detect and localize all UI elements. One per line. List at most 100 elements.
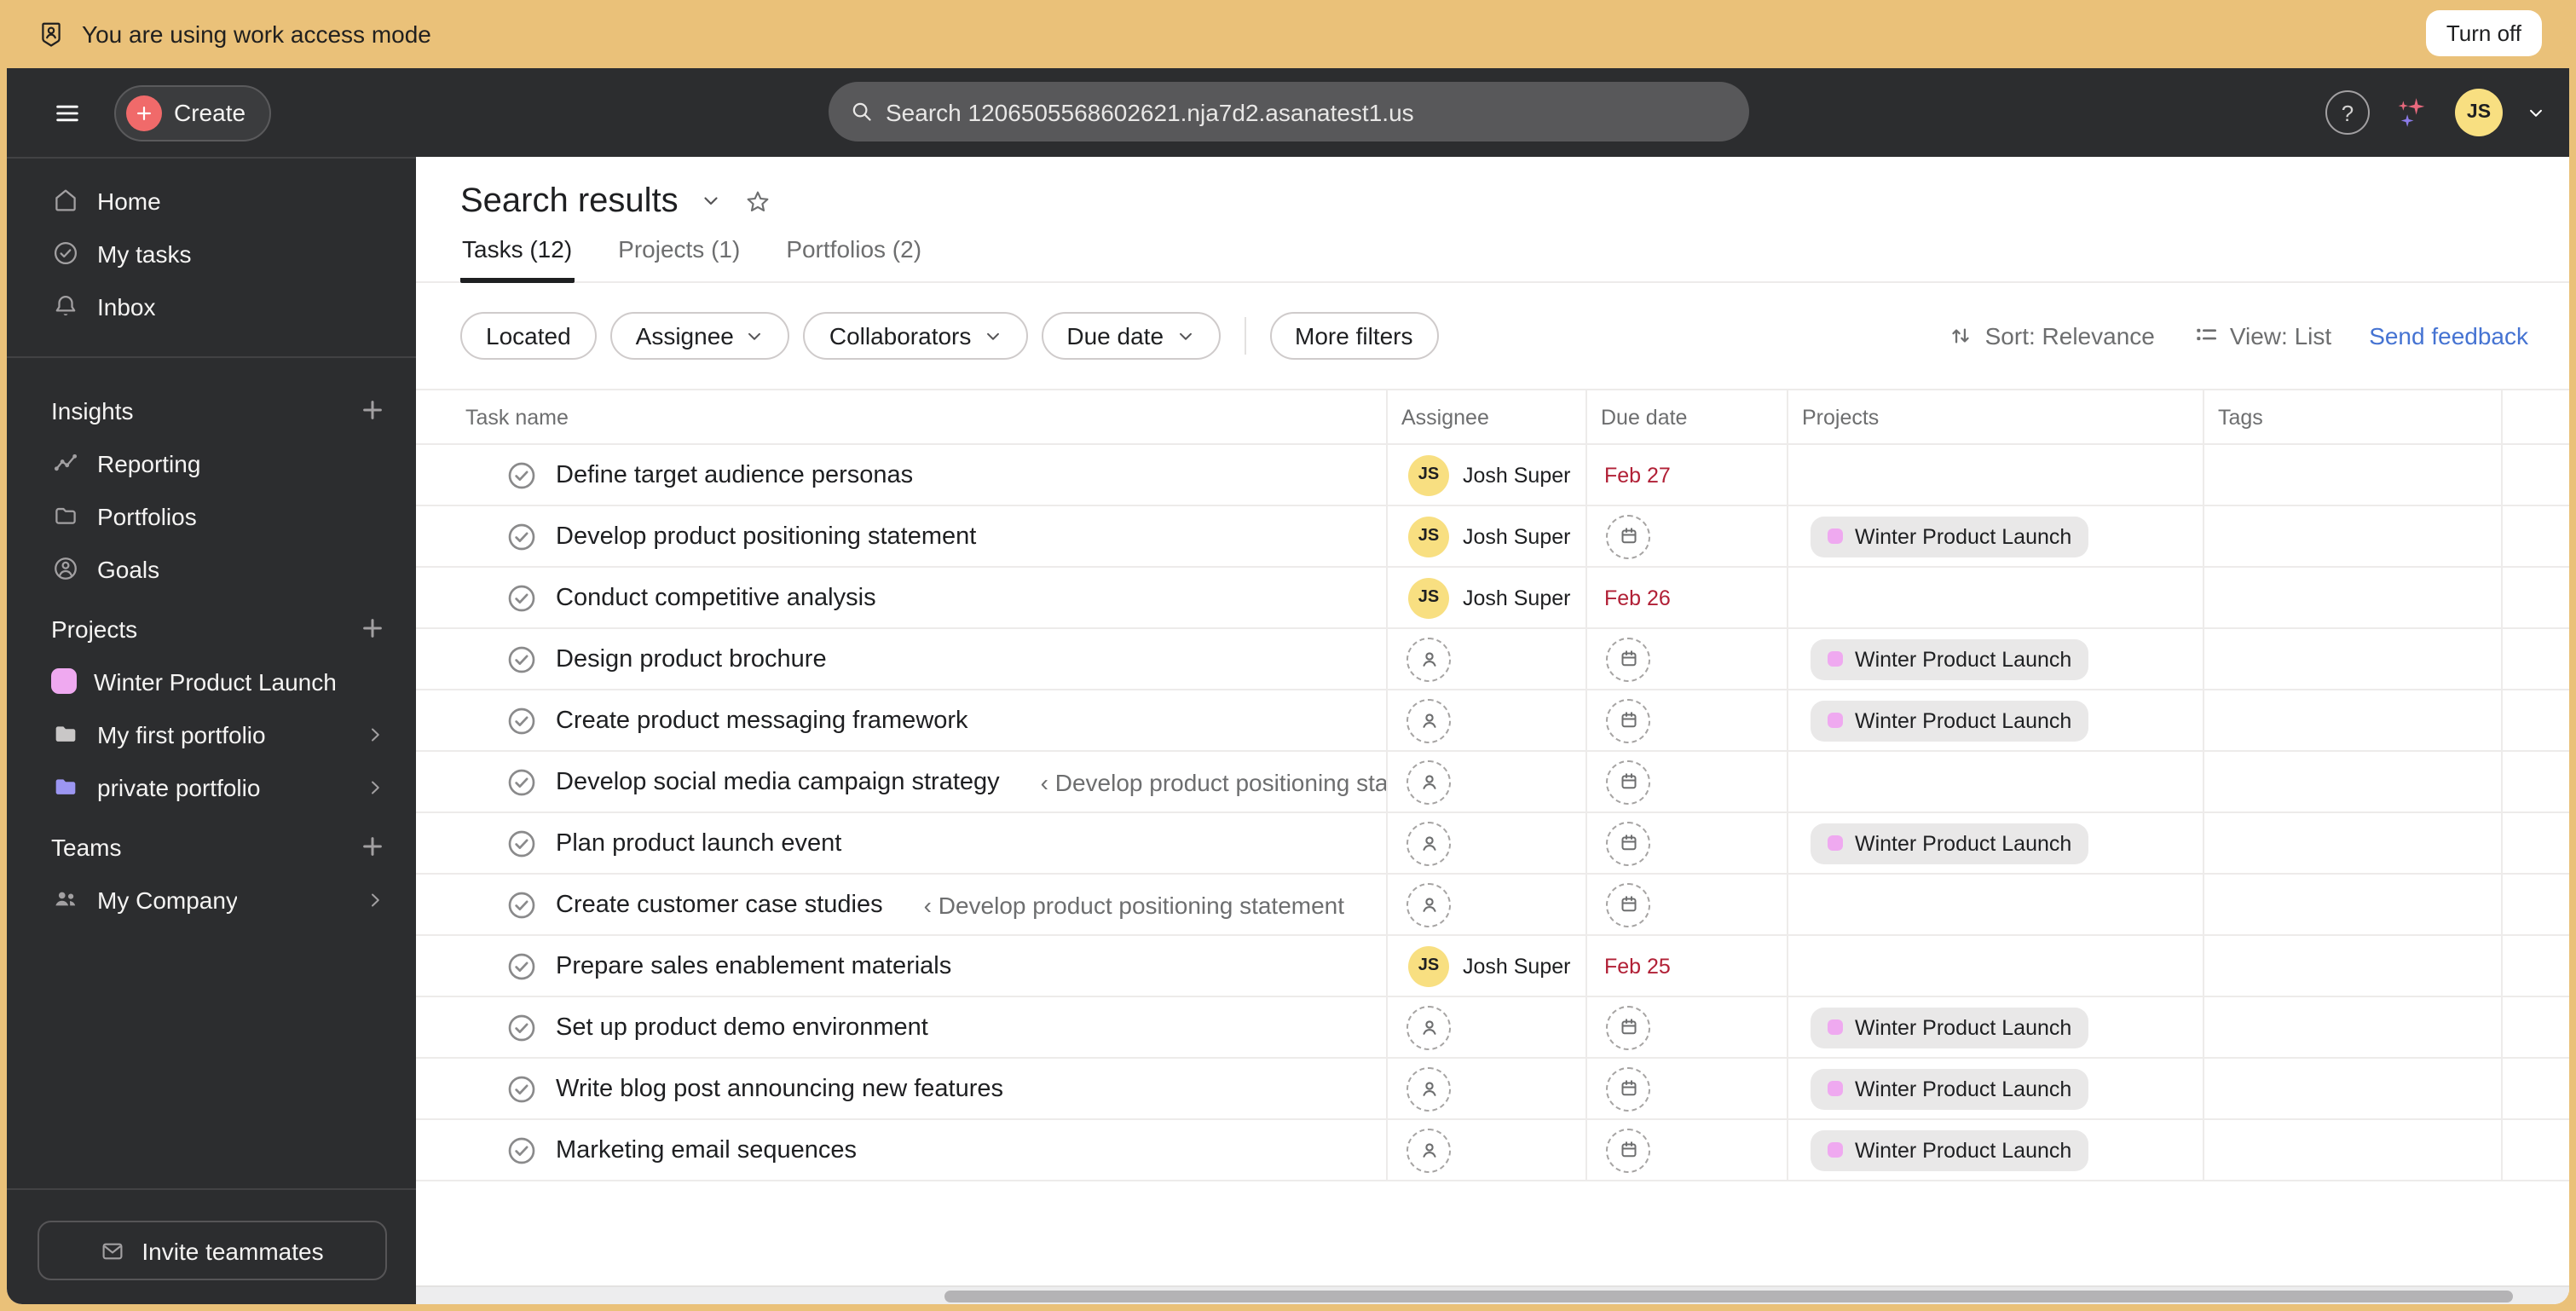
task-check-circle-icon[interactable] [505,765,539,799]
project-chip[interactable]: Winter Product Launch [1811,1007,2089,1048]
more-filters-button[interactable]: More filters [1269,312,1439,360]
tags-cell[interactable] [2204,752,2503,811]
favorite-star-icon[interactable] [743,187,772,216]
create-button[interactable]: Create [114,84,272,141]
due-date-cell[interactable] [1587,506,1788,566]
add-icon[interactable] [360,615,385,641]
task-check-circle-icon[interactable] [505,642,539,676]
table-row[interactable]: Design product brochure Winter Product L… [416,629,2569,690]
task-name-cell[interactable]: Create product messaging framework [416,690,1388,750]
assignee-cell[interactable]: JS Josh Super [1388,936,1587,996]
task-check-circle-icon[interactable] [505,458,539,492]
tags-cell[interactable] [2204,506,2503,566]
table-row[interactable]: Develop social media campaign strategy ‹… [416,752,2569,813]
assignee-cell[interactable] [1388,813,1587,873]
add-icon[interactable] [360,397,385,423]
help-button[interactable]: ? [2325,90,2370,135]
view-control[interactable]: View: List [2192,322,2331,349]
search-input[interactable]: Search 1206505568602621.nja7d2.asanatest… [828,82,1748,141]
task-check-circle-icon[interactable] [505,1071,539,1106]
project-chip[interactable]: Winter Product Launch [1811,1068,2089,1109]
task-check-circle-icon[interactable] [505,887,539,921]
add-icon[interactable] [360,834,385,859]
tags-cell[interactable] [2204,936,2503,996]
tags-cell[interactable] [2204,445,2503,505]
assignee-cell[interactable] [1388,690,1587,750]
sidebar-item-inbox[interactable]: Inbox [7,280,416,332]
sidebar-item-home[interactable]: Home [7,174,416,227]
due-date-cell[interactable]: Feb 27 [1587,445,1788,505]
tags-cell[interactable] [2204,813,2503,873]
sidebar-item-private-portfolio[interactable]: private portfolio [7,760,416,813]
sidebar-section-teams[interactable]: Teams [7,820,416,873]
table-row[interactable]: Conduct competitive analysis JS Josh Sup… [416,568,2569,629]
tags-cell[interactable] [2204,997,2503,1057]
sidebar-item-my-tasks[interactable]: My tasks [7,227,416,280]
task-name-cell[interactable]: Define target audience personas [416,445,1388,505]
task-name-cell[interactable]: Plan product launch event [416,813,1388,873]
filter-chip-due-date[interactable]: Due date [1041,312,1221,360]
account-chevron-down-icon[interactable] [2527,103,2545,122]
project-chip[interactable]: Winter Product Launch [1811,823,2089,863]
sidebar-item-winter-product-launch[interactable]: Winter Product Launch [7,655,416,707]
task-check-circle-icon[interactable] [505,949,539,983]
sidebar-item-goals[interactable]: Goals [7,542,416,595]
tab-projects[interactable]: Projects (1) [616,232,742,281]
assignee-cell[interactable] [1388,752,1587,811]
assignee-cell[interactable]: JS Josh Super [1388,506,1587,566]
projects-cell[interactable]: Winter Product Launch [1788,1120,2204,1180]
projects-cell[interactable]: Winter Product Launch [1788,997,2204,1057]
task-name-cell[interactable]: Design product brochure [416,629,1388,689]
table-row[interactable]: Prepare sales enablement materials JS Jo… [416,936,2569,997]
table-row[interactable]: Marketing email sequences Winter Product… [416,1120,2569,1181]
send-feedback-link[interactable]: Send feedback [2369,322,2528,349]
sidebar-item-portfolios[interactable]: Portfolios [7,489,416,542]
projects-cell[interactable] [1788,568,2204,627]
filter-chip-assignee[interactable]: Assignee [609,312,790,360]
table-row[interactable]: Set up product demo environment Winter P… [416,997,2569,1059]
tags-cell[interactable] [2204,690,2503,750]
task-check-circle-icon[interactable] [505,703,539,737]
projects-cell[interactable]: Winter Product Launch [1788,506,2204,566]
assignee-cell[interactable]: JS Josh Super [1388,445,1587,505]
projects-cell[interactable]: Winter Product Launch [1788,690,2204,750]
task-name-cell[interactable]: Write blog post announcing new features [416,1059,1388,1118]
filter-chip-located[interactable]: Located [460,312,597,360]
hamburger-menu-icon[interactable] [53,98,82,127]
due-date-cell[interactable] [1587,997,1788,1057]
due-date-cell[interactable] [1587,1120,1788,1180]
project-chip[interactable]: Winter Product Launch [1811,516,2089,557]
due-date-cell[interactable] [1587,752,1788,811]
tags-cell[interactable] [2204,875,2503,934]
task-check-circle-icon[interactable] [505,826,539,860]
due-date-cell[interactable] [1587,813,1788,873]
projects-cell[interactable]: Winter Product Launch [1788,813,2204,873]
tags-cell[interactable] [2204,1059,2503,1118]
task-check-circle-icon[interactable] [505,1010,539,1044]
sidebar-item-reporting[interactable]: Reporting [7,436,416,489]
projects-cell[interactable]: Winter Product Launch [1788,629,2204,689]
task-name-cell[interactable]: Create customer case studies ‹ Develop p… [416,875,1388,934]
project-chip[interactable]: Winter Product Launch [1811,700,2089,741]
table-row[interactable]: Develop product positioning statement JS… [416,506,2569,568]
filter-chip-collaborators[interactable]: Collaborators [803,312,1028,360]
turn-off-button[interactable]: Turn off [2425,10,2542,56]
tab-tasks[interactable]: Tasks (12) [460,232,575,283]
tab-portfolios[interactable]: Portfolios (2) [784,232,923,281]
projects-cell[interactable] [1788,445,2204,505]
sidebar-section-projects[interactable]: Projects [7,602,416,655]
sidebar-item-my-company[interactable]: My Company [7,873,416,926]
due-date-cell[interactable]: Feb 25 [1587,936,1788,996]
user-avatar[interactable]: JS [2455,89,2503,136]
title-chevron-down-icon[interactable] [701,191,721,211]
due-date-cell[interactable] [1587,875,1788,934]
project-chip[interactable]: Winter Product Launch [1811,638,2089,679]
due-date-cell[interactable] [1587,690,1788,750]
ai-sparkles-icon[interactable] [2394,94,2431,131]
task-name-cell[interactable]: Prepare sales enablement materials [416,936,1388,996]
assignee-cell[interactable]: JS Josh Super [1388,568,1587,627]
projects-cell[interactable] [1788,752,2204,811]
projects-cell[interactable]: Winter Product Launch [1788,1059,2204,1118]
task-name-cell[interactable]: Marketing email sequences [416,1120,1388,1180]
task-name-cell[interactable]: Set up product demo environment [416,997,1388,1057]
